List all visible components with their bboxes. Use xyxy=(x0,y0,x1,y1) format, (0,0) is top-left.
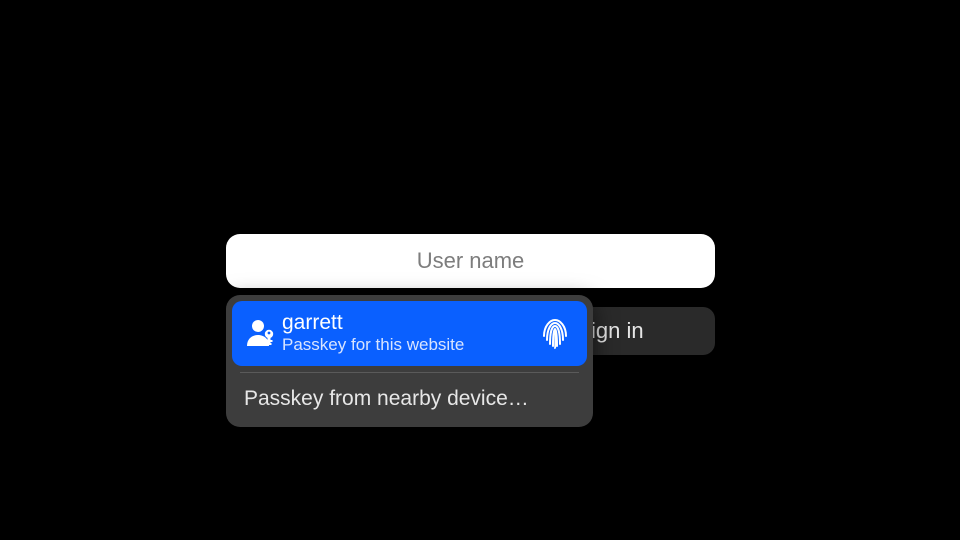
passkey-option-selected[interactable]: garrett Passkey for this website xyxy=(232,301,587,366)
passkey-autofill-popup: garrett Passkey for this website Passkey… xyxy=(226,295,593,427)
passkey-username: garrett xyxy=(282,311,533,335)
passkey-subtitle: Passkey for this website xyxy=(282,335,533,355)
passkey-option-text: garrett Passkey for this website xyxy=(282,311,533,356)
passkey-nearby-device-option[interactable]: Passkey from nearby device… xyxy=(226,373,593,427)
user-passkey-icon xyxy=(242,316,282,350)
username-input[interactable] xyxy=(226,234,715,288)
fingerprint-icon xyxy=(533,314,577,352)
